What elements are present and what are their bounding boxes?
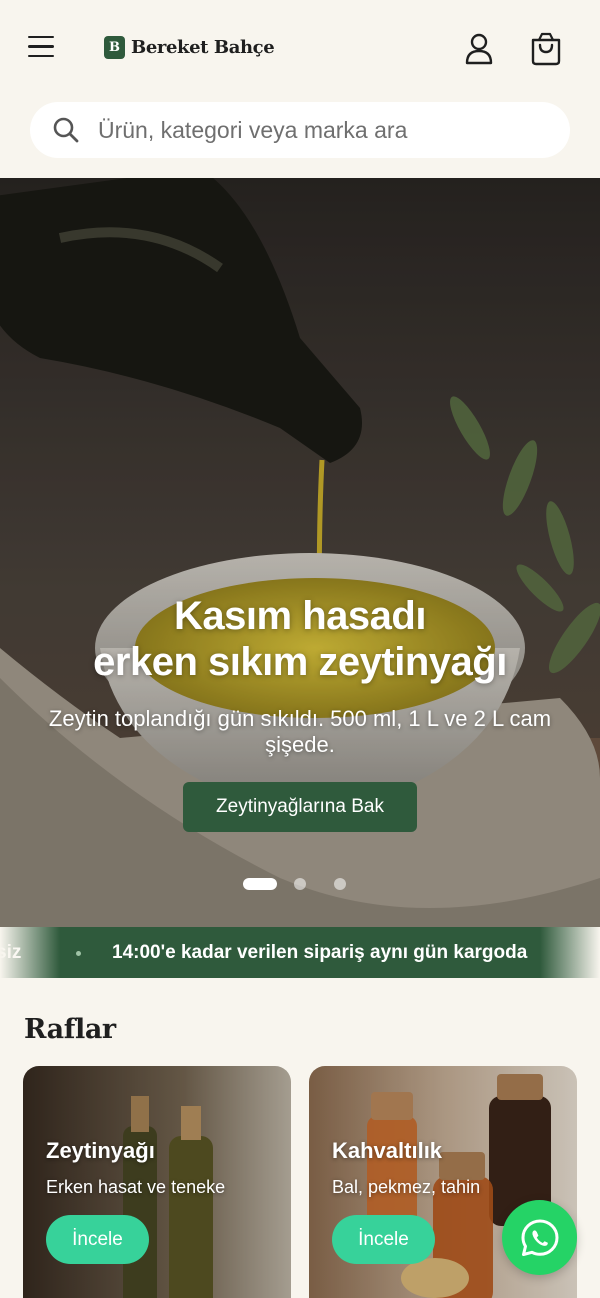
carousel-dot-2[interactable] bbox=[294, 878, 306, 890]
shelf-card-subtitle: Bal, pekmez, tahin bbox=[332, 1177, 481, 1197]
whatsapp-icon bbox=[521, 1219, 558, 1256]
hero-title-line-2: erken sıkım zeytinyağı bbox=[93, 640, 507, 684]
search-input[interactable] bbox=[98, 116, 538, 144]
shelf-card-button[interactable]: İncele bbox=[46, 1215, 149, 1264]
whatsapp-button[interactable] bbox=[502, 1200, 577, 1275]
carousel-dots bbox=[0, 878, 600, 890]
shipping-announcement-bar: siz 14:00'e kadar verilen sipariş aynı g… bbox=[0, 927, 600, 978]
shelf-card-button[interactable]: İncele bbox=[332, 1215, 435, 1264]
search-bar[interactable] bbox=[30, 102, 570, 158]
hero-title-line-1: Kasım hasadı bbox=[174, 594, 426, 638]
user-icon[interactable] bbox=[461, 30, 497, 68]
shelf-card-title: Zeytinyağı bbox=[46, 1138, 155, 1163]
fade-left bbox=[0, 927, 60, 978]
shelf-card-title: Kahvaltılık bbox=[332, 1138, 443, 1163]
search-icon bbox=[53, 117, 79, 143]
hero-cta-button[interactable]: Zeytinyağlarına Bak bbox=[183, 782, 417, 832]
hero-banner: Kasım hasadı erken sıkım zeytinyağı Zeyt… bbox=[0, 178, 600, 927]
shelves-title: Raflar bbox=[24, 1014, 116, 1045]
fade-right bbox=[540, 927, 600, 978]
hero-subtitle: Zeytin toplandığı gün sıkıldı. 500 ml, 1… bbox=[48, 706, 552, 757]
brand-logo-mark: B bbox=[104, 36, 125, 59]
shelf-card-subtitle: Erken hasat ve teneke bbox=[46, 1177, 226, 1197]
shelf-card-olive-oil[interactable]: Zeytinyağı Erken hasat ve teneke İncele bbox=[23, 1066, 291, 1298]
announcement-text: 14:00'e kadar verilen sipariş aynı gün k… bbox=[112, 942, 528, 963]
brand-name: Bereket Bahçe bbox=[131, 37, 275, 58]
bullet-icon bbox=[76, 951, 81, 956]
hero-title: Kasım hasadı erken sıkım zeytinyağı bbox=[0, 593, 600, 685]
menu-icon[interactable] bbox=[28, 36, 58, 62]
brand-logo[interactable]: B Bereket Bahçe bbox=[104, 36, 275, 59]
shopping-bag-icon[interactable] bbox=[528, 30, 564, 68]
carousel-dot-3[interactable] bbox=[334, 878, 346, 890]
site-header: B Bereket Bahçe bbox=[0, 0, 600, 98]
carousel-dot-1[interactable] bbox=[243, 878, 277, 890]
